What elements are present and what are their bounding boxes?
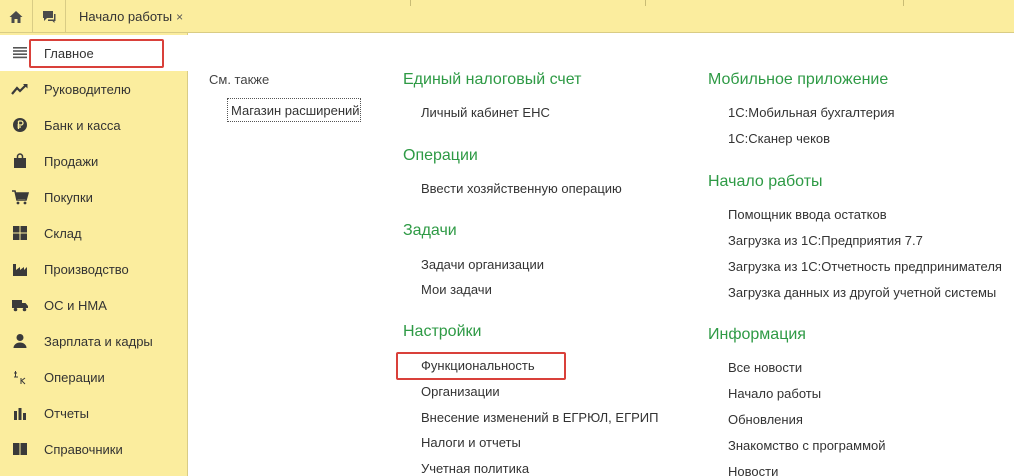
highlight-box (29, 39, 164, 68)
trend-up-icon (11, 80, 29, 98)
link-getting-started[interactable]: Начало работы (728, 386, 821, 401)
section-title-operations: Операции (403, 147, 478, 164)
sidebar-item-purchases[interactable]: Покупки (0, 179, 188, 215)
chat-icon (41, 9, 57, 25)
link-taxes-reports[interactable]: Налоги и отчеты (421, 435, 521, 450)
section-title-tasks: Задачи (403, 222, 457, 239)
link-org-tasks[interactable]: Задачи организации (421, 257, 544, 272)
section-title-information: Информация (708, 326, 806, 343)
shopping-bag-icon (11, 152, 29, 170)
sidebar-item-label: Покупки (44, 189, 93, 205)
link-ens-cabinet[interactable]: Личный кабинет ЕНС (421, 105, 550, 120)
tab-divider (645, 0, 646, 6)
factory-icon (11, 260, 29, 278)
sidebar-item-bank[interactable]: Банк и касса (0, 107, 188, 143)
section-title-getting-started: Начало работы (708, 173, 823, 190)
link-organizations[interactable]: Организации (421, 384, 500, 399)
sidebar-item-manager[interactable]: Руководителю (0, 71, 188, 107)
tab-divider (903, 0, 904, 6)
sidebar-item-label: Операции (44, 369, 105, 385)
highlight-box (396, 352, 566, 380)
book-icon (11, 440, 29, 458)
sidebar-item-payroll[interactable]: Зарплата и кадры (0, 323, 188, 359)
sidebar-item-warehouse[interactable]: Склад (0, 215, 188, 251)
sidebar: Главное Руководителю Банк и касса Продаж… (0, 33, 188, 476)
sidebar-item-operations[interactable]: Операции (0, 359, 188, 395)
see-also-label: См. также (209, 72, 270, 87)
sidebar-item-label: Справочники (44, 441, 123, 457)
link-mobile-accounting[interactable]: 1С:Мобильная бухгалтерия (728, 105, 895, 120)
ruble-coin-icon (11, 116, 29, 134)
bar-chart-icon (11, 404, 29, 422)
cart-icon (11, 188, 29, 206)
section-title-mobile: Мобильное приложение (708, 71, 889, 88)
tab-label: Начало работы (79, 9, 173, 24)
close-icon[interactable]: × (176, 10, 183, 24)
truck-icon (11, 296, 29, 314)
link-accounting-policy[interactable]: Учетная политика (421, 461, 529, 476)
section-title-ens: Единый налоговый счет (403, 71, 582, 88)
warehouse-grid-icon (11, 224, 29, 242)
sidebar-item-label: Продажи (44, 153, 99, 169)
link-my-tasks[interactable]: Мои задачи (421, 282, 492, 297)
tab-divider (410, 0, 411, 6)
link-import-entrepreneur[interactable]: Загрузка из 1С:Отчетность предпринимател… (728, 259, 1002, 274)
person-icon (11, 332, 29, 350)
link-receipt-scanner[interactable]: 1С:Сканер чеков (728, 131, 830, 146)
home-icon (8, 9, 24, 25)
sidebar-item-production[interactable]: Производство (0, 251, 188, 287)
sidebar-item-label: ОС и НМА (44, 297, 107, 313)
sidebar-item-label: Зарплата и кадры (44, 333, 153, 349)
sidebar-item-label: Производство (44, 261, 129, 277)
sidebar-item-label: Банк и касса (44, 117, 121, 133)
sidebar-item-reports[interactable]: Отчеты (0, 395, 188, 431)
main-panel: См. также Магазин расширений Единый нало… (189, 33, 1014, 476)
sidebar-item-label: Склад (44, 225, 82, 241)
home-button[interactable] (0, 0, 33, 33)
link-egrul-changes[interactable]: Внесение изменений в ЕГРЮЛ, ЕГРИП (421, 410, 658, 425)
link-balance-wizard[interactable]: Помощник ввода остатков (728, 207, 887, 222)
link-enter-operation[interactable]: Ввести хозяйственную операцию (421, 181, 622, 196)
link-intro[interactable]: Знакомство с программой (728, 438, 886, 453)
extensions-store-link[interactable]: Магазин расширений (227, 98, 361, 122)
link-import-other-system[interactable]: Загрузка данных из другой учетной систем… (728, 285, 996, 300)
link-updates[interactable]: Обновления (728, 412, 803, 427)
menu-icon (11, 44, 29, 62)
sidebar-item-assets[interactable]: ОС и НМА (0, 287, 188, 323)
section-title-settings: Настройки (403, 323, 482, 340)
link-news[interactable]: Новости (728, 464, 778, 476)
sidebar-item-catalogs[interactable]: Справочники (0, 431, 188, 467)
sidebar-item-label: Руководителю (44, 81, 131, 97)
sidebar-item-label: Отчеты (44, 405, 89, 421)
messages-button[interactable] (33, 0, 66, 33)
tab-start-page[interactable]: Начало работы × (67, 0, 195, 33)
debit-credit-icon (11, 368, 29, 386)
link-all-news[interactable]: Все новости (728, 360, 802, 375)
top-bar: Начало работы × (0, 0, 1014, 33)
link-import-1c77[interactable]: Загрузка из 1С:Предприятия 7.7 (728, 233, 923, 248)
sidebar-item-sales[interactable]: Продажи (0, 143, 188, 179)
